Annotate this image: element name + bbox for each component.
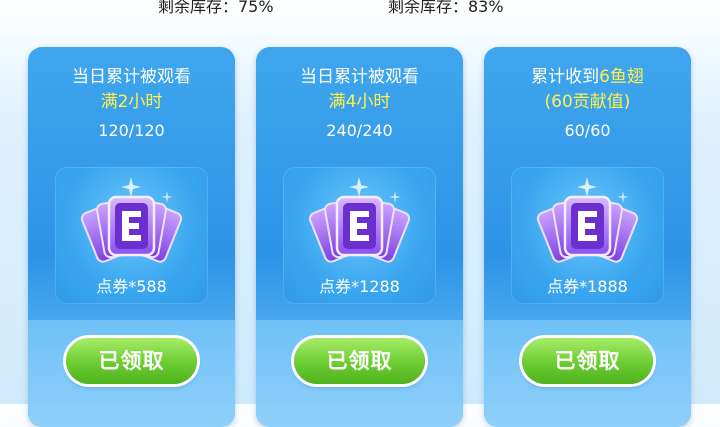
- reward-amount: 点券*1888: [547, 277, 628, 296]
- e-ticket-icon: [80, 177, 183, 263]
- card-title-plain: 累计收到: [531, 67, 600, 87]
- card-condition: 满2小时: [100, 92, 163, 112]
- reward-card: 累计收到6鱼翅 (60贡献值) 60/60 点券*1888 已领取: [484, 47, 691, 427]
- reward-amount: 点券*588: [96, 277, 167, 296]
- card-title: 当日累计被观看: [72, 67, 191, 87]
- claimed-button[interactable]: 已领取: [66, 338, 197, 384]
- card-title: 当日累计被观看: [300, 67, 419, 87]
- card-condition: (60贡献值): [544, 92, 631, 112]
- progress-text: 240/240: [326, 121, 393, 140]
- reward-card: 当日累计被观看 满4小时 240/240 点券*1288 已领取: [256, 47, 463, 427]
- card-title-highlight: 6鱼翅: [599, 67, 644, 87]
- reward-box: 点券*1888: [511, 167, 664, 304]
- stock-remaining-text: 剩余库存：75%: [158, 0, 274, 16]
- progress-text: 60/60: [564, 121, 611, 140]
- progress-text: 120/120: [98, 121, 165, 140]
- card-condition: 满4小时: [328, 92, 391, 112]
- stock-remaining-text: 剩余库存：83%: [388, 0, 504, 16]
- e-ticket-icon: [308, 177, 411, 263]
- reward-amount: 点券*1288: [319, 277, 400, 296]
- reward-card: 当日累计被观看 满2小时 120/120 点券*588 已领取: [28, 47, 235, 427]
- claimed-button[interactable]: 已领取: [522, 338, 653, 384]
- reward-box: 点券*588: [55, 167, 208, 304]
- claimed-button[interactable]: 已领取: [294, 338, 425, 384]
- reward-box: 点券*1288: [283, 167, 436, 304]
- card-title: 累计收到6鱼翅: [484, 66, 691, 88]
- e-ticket-icon: [536, 177, 639, 263]
